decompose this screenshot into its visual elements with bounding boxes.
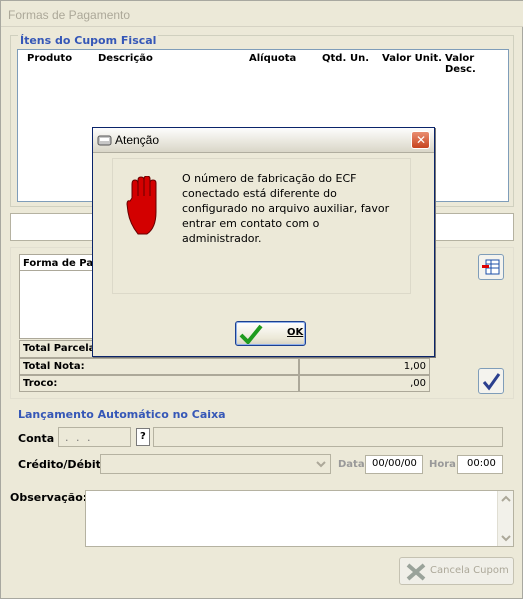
credito-debito-select[interactable]	[100, 454, 331, 474]
col-qtd[interactable]: Qtd.	[322, 53, 346, 64]
observacao-scrollbar[interactable]	[497, 491, 513, 546]
data-value: 00/00/00	[372, 458, 417, 469]
cancel-x-icon	[406, 563, 426, 581]
stop-hand-icon	[126, 176, 157, 235]
total-nota-value: 1,00	[403, 361, 426, 372]
items-group-title: Ítens do Cupom Fiscal	[18, 34, 159, 47]
dialog-ok-button[interactable]: OK	[235, 321, 306, 346]
conta-code-value: . . .	[65, 431, 93, 444]
col-valor-unit[interactable]: Valor Unit.	[382, 53, 442, 64]
close-icon[interactable]: ✕	[416, 133, 426, 147]
scroll-down-icon[interactable]	[501, 534, 511, 542]
hora-field[interactable]: 00:00	[457, 455, 503, 474]
total-parcelas-label: Total Parcela	[23, 343, 96, 354]
conta-code-field[interactable]: . . .	[58, 427, 131, 447]
observacao-label: Observação:	[10, 491, 88, 504]
window-title: Formas de Pagamento	[8, 8, 131, 22]
chevron-down-icon	[316, 461, 326, 468]
dialog-message: O número de fabricação do ECF conectado …	[182, 172, 390, 245]
scroll-up-icon[interactable]	[501, 495, 511, 503]
conta-description-field[interactable]	[153, 427, 503, 447]
window-title-bar: Formas de Pagamento	[1, 1, 523, 27]
data-label: Data:	[338, 459, 369, 470]
total-nota-value-cell: 1,00	[299, 358, 430, 375]
dialog-title: Atenção	[115, 133, 160, 147]
dialog-ok-label: OK	[287, 327, 304, 338]
troco-value-cell: ,00	[299, 375, 430, 392]
conta-lookup-button[interactable]: ?	[136, 428, 150, 446]
troco-value: ,00	[410, 378, 426, 389]
app-icon	[97, 135, 112, 146]
col-un[interactable]: Un.	[350, 53, 369, 64]
conta-label: Conta	[18, 432, 55, 445]
col-valor-desc[interactable]: Valor Desc.	[445, 53, 508, 75]
hora-value: 00:00	[467, 458, 496, 469]
credito-debito-label: Crédito/Débito:	[18, 458, 113, 471]
green-check-icon	[239, 324, 263, 344]
total-nota-label: Total Nota:	[23, 361, 85, 372]
confirm-payment-button[interactable]	[478, 368, 504, 394]
hora-label: Hora	[429, 459, 456, 470]
col-forma-pagamento[interactable]: Forma de Pag	[23, 258, 100, 269]
col-aliquota[interactable]: Alíquota	[249, 53, 296, 64]
dialog-title-bar: Atenção ✕	[93, 128, 434, 153]
table-grid-icon	[482, 259, 500, 275]
checkmark-icon	[482, 373, 501, 391]
conta-lookup-label: ?	[140, 431, 146, 442]
add-payment-button[interactable]	[478, 254, 504, 280]
troco-label-cell: Troco:	[19, 375, 299, 392]
col-descricao[interactable]: Descrição	[98, 53, 153, 64]
alert-dialog: Atenção ✕ O número de fabricação do ECF …	[92, 127, 435, 357]
total-nota-label-cell: Total Nota:	[19, 358, 299, 375]
troco-label: Troco:	[23, 378, 58, 389]
data-field[interactable]: 00/00/00	[365, 455, 423, 474]
cancela-cupom-label: Cancela Cupom	[430, 565, 509, 576]
observacao-textarea[interactable]	[85, 490, 514, 547]
col-produto[interactable]: Produto	[27, 53, 72, 64]
cancela-cupom-button[interactable]: Cancela Cupom	[399, 557, 514, 585]
dialog-close-button[interactable]: ✕	[411, 131, 430, 149]
lancamento-title: Lançamento Automático no Caixa	[18, 408, 226, 421]
